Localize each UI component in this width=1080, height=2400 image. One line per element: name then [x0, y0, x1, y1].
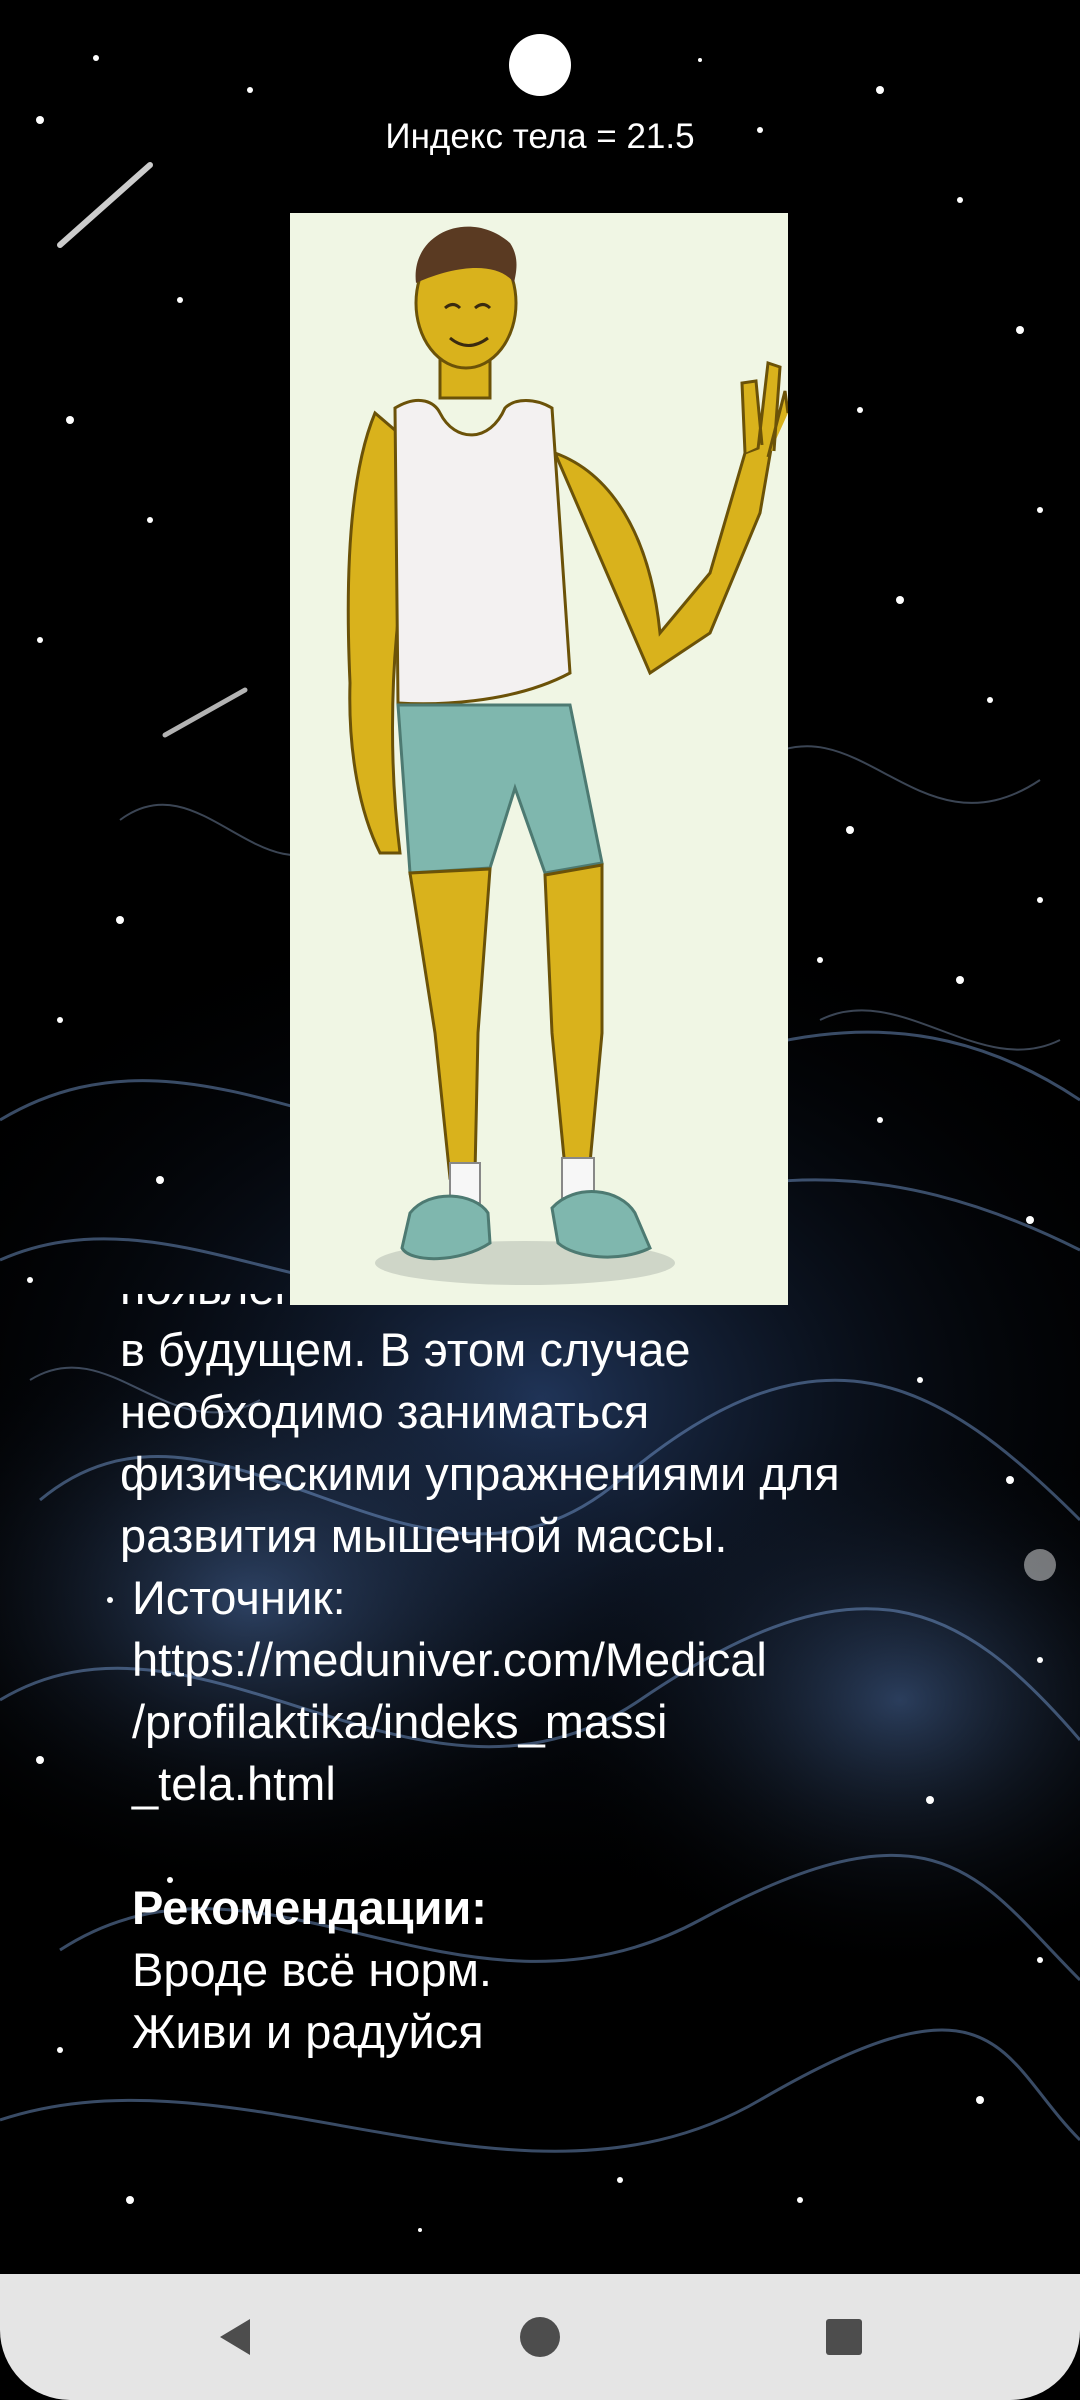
nav-back-button[interactable] — [196, 2297, 276, 2377]
back-triangle-icon — [220, 2319, 250, 2355]
person-waving-illustration — [290, 213, 790, 1305]
app-screen: Индекс тела = 21.5 появление лишнего вес… — [0, 0, 1080, 2400]
recommendations-title: Рекомендации: — [132, 1881, 487, 1934]
bmi-result-label: Индекс тела = 21.5 — [385, 117, 695, 156]
system-navigation-bar — [0, 2274, 1080, 2400]
recents-square-icon — [826, 2319, 862, 2355]
body-type-illustration — [290, 213, 790, 1305]
article-text: появление лишнего веса в будущем. В этом… — [120, 1294, 1000, 2063]
source-link[interactable]: https://meduniver.com/Medical /profilakt… — [120, 1629, 1000, 1815]
recommendations-text: Вроде всё норм. Живи и радуйся — [132, 1943, 492, 2058]
article-scroll-area[interactable]: появление лишнего веса в будущем. В этом… — [0, 1294, 1080, 2176]
home-circle-icon — [520, 2317, 560, 2357]
nav-home-button[interactable] — [500, 2297, 580, 2377]
nav-recents-button[interactable] — [804, 2297, 884, 2377]
source-label: Источник: — [132, 1571, 346, 1624]
camera-cutout — [509, 34, 571, 96]
article-body: в будущем. В этом случае необходимо зани… — [120, 1323, 840, 1562]
recommendations-block: Рекомендации: Вроде всё норм. Живи и рад… — [120, 1877, 1000, 2063]
